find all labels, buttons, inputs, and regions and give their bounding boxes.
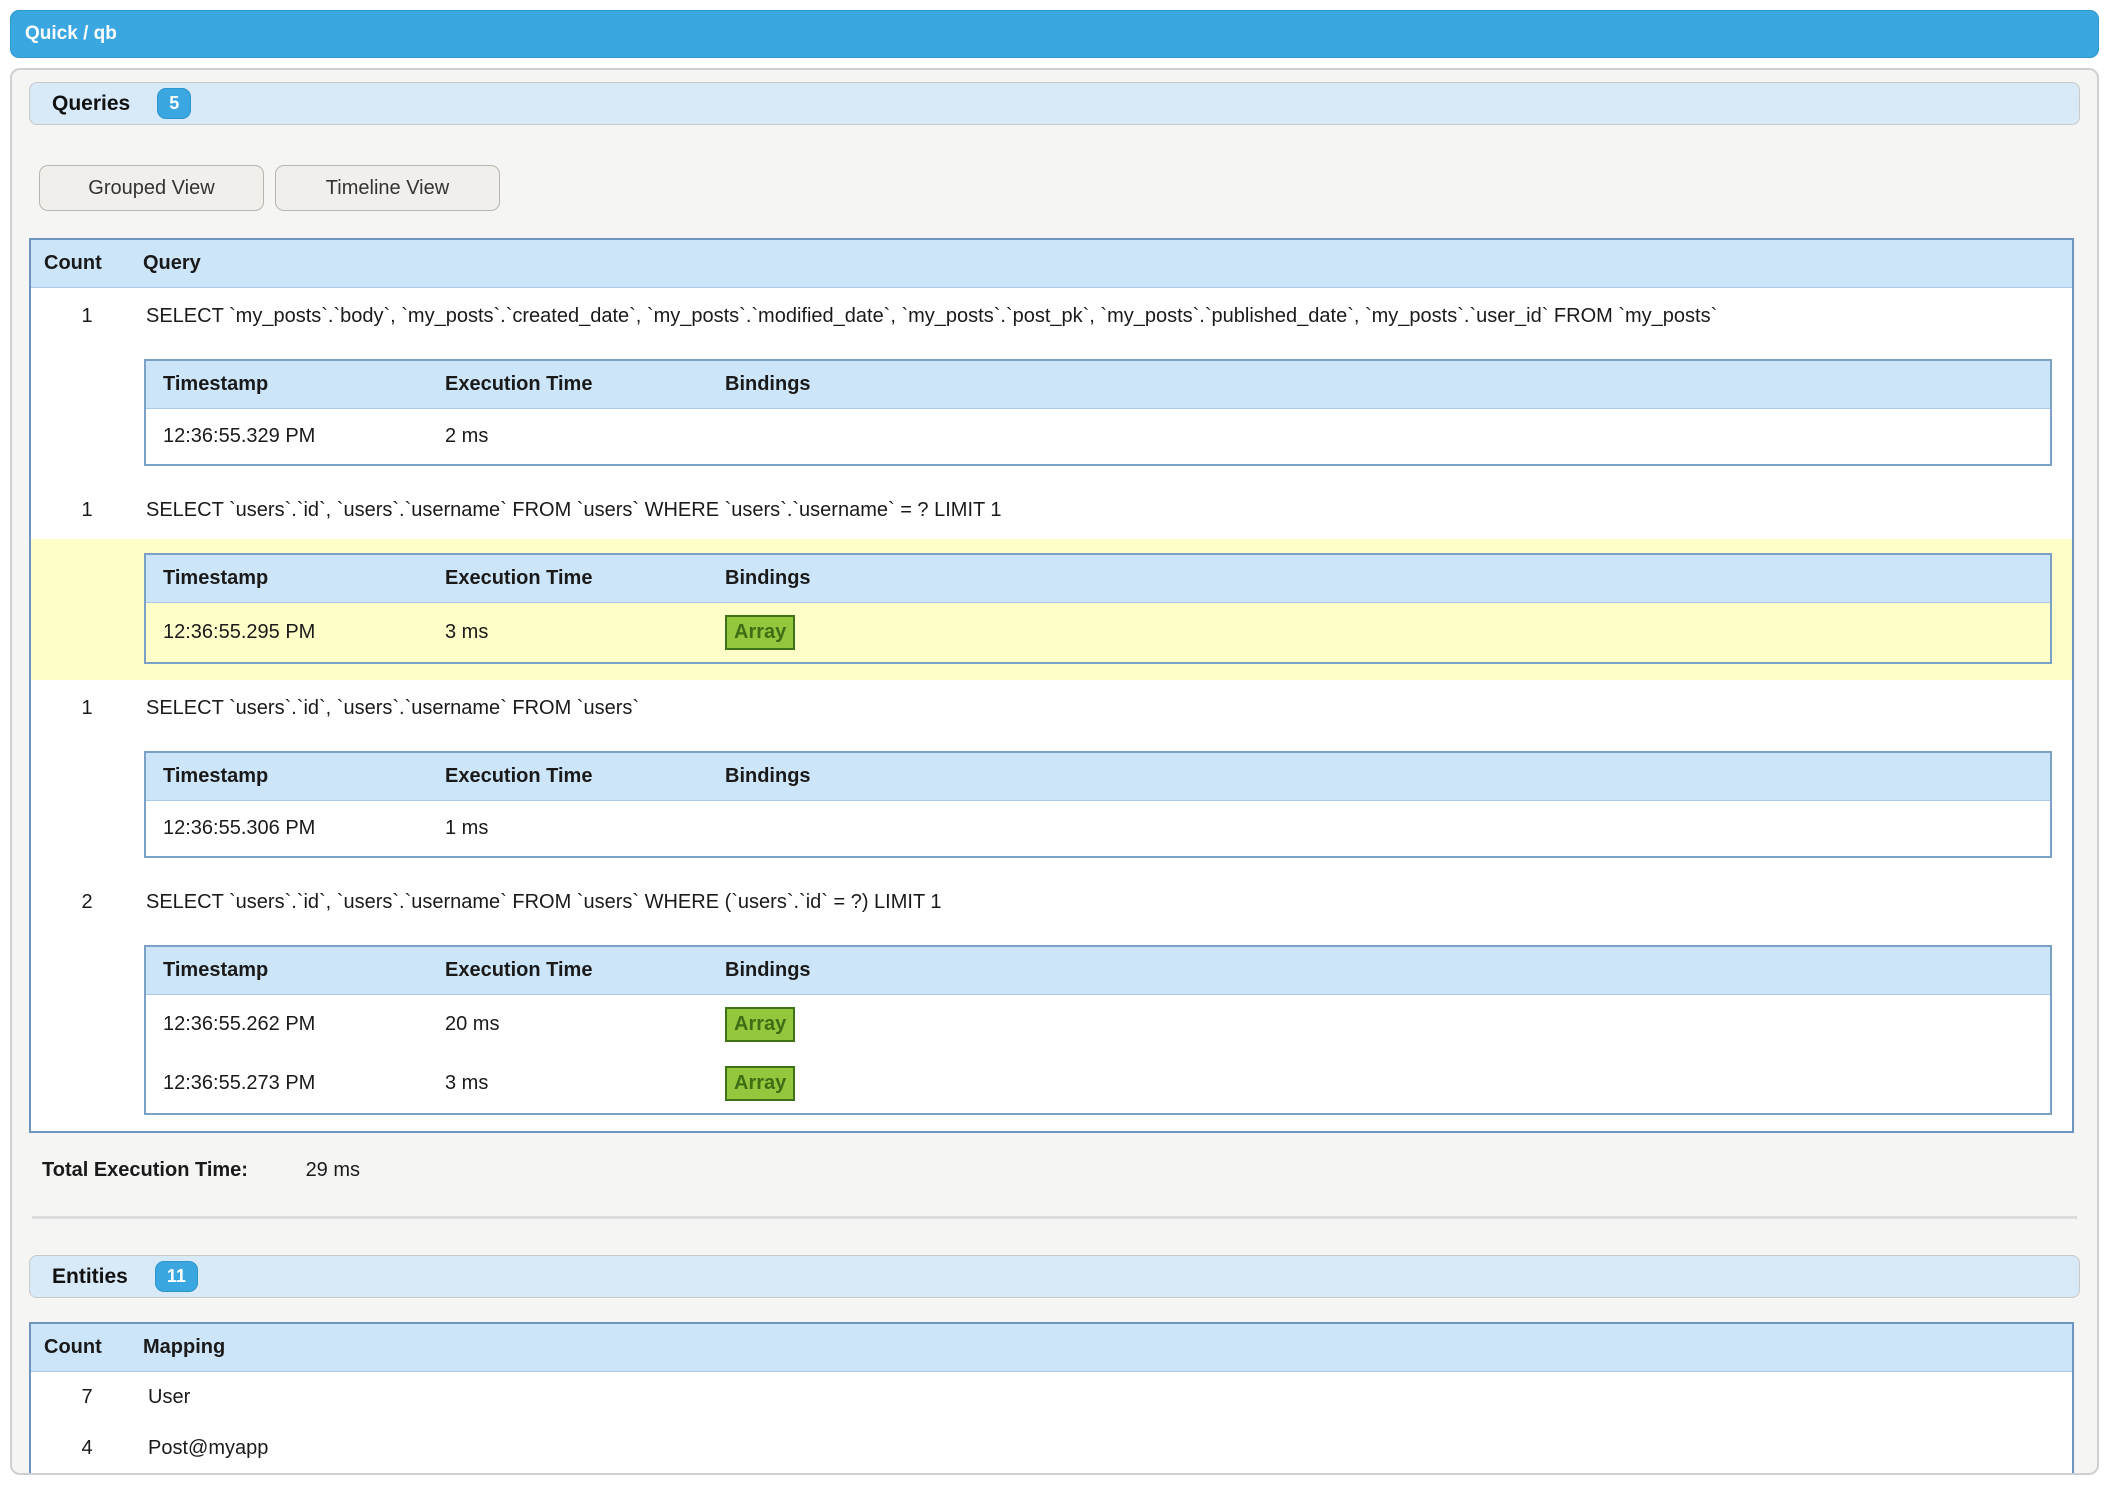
- executions-header-execution-time: Execution Time: [428, 554, 708, 603]
- entities-section-header: Entities 11: [29, 1255, 2080, 1298]
- execution-time-cell: 20 ms: [428, 995, 708, 1055]
- bindings-array-button[interactable]: Array: [725, 615, 795, 650]
- grouped-view-button[interactable]: Grouped View: [39, 165, 264, 211]
- query-row: 1 SELECT `users`.`id`, `users`.`username…: [30, 680, 2073, 737]
- queries-count-badge: 5: [157, 88, 191, 120]
- executions-header-execution-time: Execution Time: [428, 946, 708, 995]
- query-count: 1: [30, 482, 143, 539]
- entity-count: 4: [30, 1423, 143, 1475]
- query-row: 1 SELECT `users`.`id`, `users`.`username…: [30, 482, 2073, 539]
- bindings-cell: Array: [708, 995, 2051, 1055]
- query-executions-row: Timestamp Execution Time Bindings 12:36:…: [30, 737, 2073, 874]
- execution-row: 12:36:55.329 PM 2 ms: [145, 409, 2051, 466]
- query-count: 1: [30, 680, 143, 737]
- bindings-cell: Array: [708, 603, 2051, 664]
- queries-header-count: Count: [30, 239, 143, 288]
- executions-table: Timestamp Execution Time Bindings 12:36:…: [144, 553, 2052, 664]
- query-executions-container: Timestamp Execution Time Bindings 12:36:…: [30, 345, 2073, 482]
- bindings-cell: [708, 409, 2051, 466]
- query-sql: SELECT `users`.`id`, `users`.`username` …: [143, 680, 2073, 737]
- entity-mapping: User: [143, 1372, 2073, 1424]
- execution-row: 12:36:55.262 PM 20 ms Array: [145, 995, 2051, 1055]
- executions-header-bindings: Bindings: [708, 946, 2051, 995]
- executions-header-bindings: Bindings: [708, 360, 2051, 409]
- executions-table: Timestamp Execution Time Bindings 12:36:…: [144, 751, 2052, 858]
- executions-header-timestamp: Timestamp: [145, 946, 428, 995]
- titlebar: Quick / qb: [10, 10, 2099, 58]
- total-execution-time-label: Total Execution Time:: [42, 1159, 300, 1182]
- queries-section-title: Queries: [52, 92, 130, 116]
- queries-header-query: Query: [143, 239, 2073, 288]
- entity-row: 7 User: [30, 1372, 2073, 1424]
- bindings-cell: [708, 801, 2051, 858]
- view-toggle-group: Grouped View Timeline View: [29, 165, 2080, 211]
- timestamp-cell: 12:36:55.262 PM: [145, 995, 428, 1055]
- bindings-cell: Array: [708, 1054, 2051, 1114]
- executions-header-execution-time: Execution Time: [428, 752, 708, 801]
- timestamp-cell: 12:36:55.329 PM: [145, 409, 428, 466]
- execution-row: 12:36:55.306 PM 1 ms: [145, 801, 2051, 858]
- query-count: 2: [30, 874, 143, 931]
- queries-table: Count Query 1 SELECT `my_posts`.`body`, …: [29, 238, 2074, 1133]
- total-execution-time-value: 29 ms: [306, 1159, 360, 1181]
- execution-time-cell: 2 ms: [428, 409, 708, 466]
- bindings-array-button[interactable]: Array: [725, 1066, 795, 1101]
- query-sql: SELECT `users`.`id`, `users`.`username` …: [143, 874, 2073, 931]
- executions-header-timestamp: Timestamp: [145, 554, 428, 603]
- entity-count: 7: [30, 1372, 143, 1424]
- queries-section-header: Queries 5: [29, 82, 2080, 125]
- entity-row: 4 Post@myapp: [30, 1423, 2073, 1475]
- debugbar-screen: Quick / qb Queries 5 Grouped View Timeli…: [0, 0, 2109, 1493]
- timeline-view-button[interactable]: Timeline View: [275, 165, 500, 211]
- timestamp-cell: 12:36:55.273 PM: [145, 1054, 428, 1114]
- entities-table: Count Mapping 7 User 4 Post@myapp: [29, 1322, 2074, 1475]
- executions-header-row: Timestamp Execution Time Bindings: [145, 946, 2051, 995]
- queries-table-header-row: Count Query: [30, 239, 2073, 288]
- query-executions-row: Timestamp Execution Time Bindings 12:36:…: [30, 539, 2073, 680]
- query-sql: SELECT `my_posts`.`body`, `my_posts`.`cr…: [143, 288, 2073, 346]
- executions-header-timestamp: Timestamp: [145, 360, 428, 409]
- entities-table-header-row: Count Mapping: [30, 1323, 2073, 1372]
- executions-header-row: Timestamp Execution Time Bindings: [145, 752, 2051, 801]
- query-row: 2 SELECT `users`.`id`, `users`.`username…: [30, 874, 2073, 931]
- query-executions-row: Timestamp Execution Time Bindings 12:36:…: [30, 931, 2073, 1132]
- total-execution-time: Total Execution Time: 29 ms: [42, 1159, 2080, 1182]
- entities-header-mapping: Mapping: [143, 1323, 2073, 1372]
- query-executions-row: Timestamp Execution Time Bindings 12:36:…: [30, 345, 2073, 482]
- entity-mapping: Post@myapp: [143, 1423, 2073, 1475]
- query-count: 1: [30, 288, 143, 346]
- section-divider: [32, 1216, 2077, 1219]
- query-row: 1 SELECT `my_posts`.`body`, `my_posts`.`…: [30, 288, 2073, 346]
- titlebar-title: Quick / qb: [25, 23, 117, 45]
- query-executions-container-highlighted: Timestamp Execution Time Bindings 12:36:…: [30, 539, 2073, 680]
- query-sql: SELECT `users`.`id`, `users`.`username` …: [143, 482, 2073, 539]
- execution-time-cell: 1 ms: [428, 801, 708, 858]
- entities-count-badge: 11: [155, 1261, 198, 1293]
- bindings-array-button[interactable]: Array: [725, 1007, 795, 1042]
- entities-header-count: Count: [30, 1323, 143, 1372]
- executions-header-execution-time: Execution Time: [428, 360, 708, 409]
- executions-header-bindings: Bindings: [708, 554, 2051, 603]
- debug-panel: Queries 5 Grouped View Timeline View Cou…: [10, 68, 2099, 1475]
- executions-header-row: Timestamp Execution Time Bindings: [145, 360, 2051, 409]
- execution-row: 12:36:55.273 PM 3 ms Array: [145, 1054, 2051, 1114]
- executions-header-bindings: Bindings: [708, 752, 2051, 801]
- timestamp-cell: 12:36:55.306 PM: [145, 801, 428, 858]
- query-executions-container: Timestamp Execution Time Bindings 12:36:…: [30, 737, 2073, 874]
- query-executions-container: Timestamp Execution Time Bindings 12:36:…: [30, 931, 2073, 1132]
- executions-header-timestamp: Timestamp: [145, 752, 428, 801]
- execution-time-cell: 3 ms: [428, 603, 708, 664]
- entities-section-title: Entities: [52, 1265, 128, 1289]
- executions-table: Timestamp Execution Time Bindings 12:36:…: [144, 945, 2052, 1115]
- timestamp-cell: 12:36:55.295 PM: [145, 603, 428, 664]
- execution-time-cell: 3 ms: [428, 1054, 708, 1114]
- execution-row: 12:36:55.295 PM 3 ms Array: [145, 603, 2051, 664]
- executions-header-row: Timestamp Execution Time Bindings: [145, 554, 2051, 603]
- executions-table: Timestamp Execution Time Bindings 12:36:…: [144, 359, 2052, 466]
